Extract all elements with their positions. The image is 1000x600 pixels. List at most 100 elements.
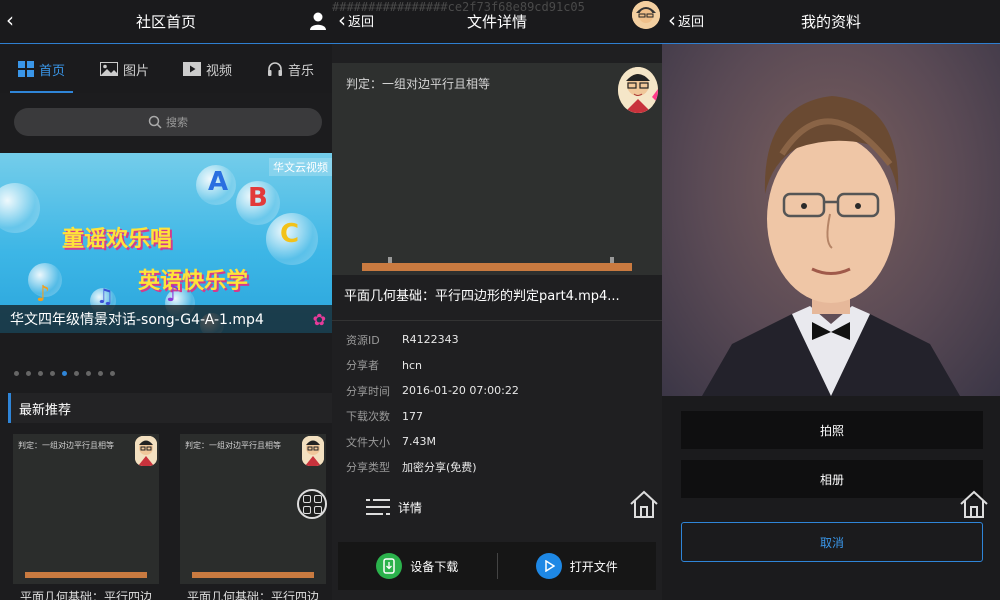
- tab-images[interactable]: 图片: [83, 45, 166, 93]
- chalk-text: 判定：一组对边平行且相等: [185, 441, 281, 450]
- thumbnail-title[interactable]: 平面几何基础：平行四边: [20, 588, 166, 600]
- carousel-dot[interactable]: [62, 371, 67, 376]
- mascot-avatar: [135, 436, 157, 466]
- letter-b: B: [248, 183, 268, 213]
- tab-label: 首页: [38, 63, 65, 79]
- board-ledge: [192, 572, 314, 578]
- search-input[interactable]: 搜索: [14, 108, 322, 136]
- board-ledge: [25, 572, 147, 578]
- carousel-dot[interactable]: [98, 371, 103, 376]
- download-icon: [376, 553, 403, 579]
- album-button[interactable]: 相册: [681, 460, 983, 498]
- user-icon[interactable]: [308, 11, 328, 31]
- carousel-dot[interactable]: [74, 371, 79, 376]
- carousel-dot[interactable]: [110, 371, 115, 376]
- cancel-button[interactable]: 取消: [681, 522, 983, 562]
- metadata-key: 下载次数: [346, 410, 390, 424]
- metadata-value: R4122343: [402, 333, 459, 347]
- tab-home[interactable]: 首页: [0, 45, 83, 93]
- metadata-key: 分享类型: [346, 461, 390, 475]
- back-button[interactable]: ‹ 返回: [668, 10, 704, 30]
- action-bar: 设备下载 打开文件: [338, 542, 656, 590]
- caricature-illustration: [702, 96, 960, 396]
- take-photo-label: 拍照: [819, 423, 844, 438]
- banner-headline: 童谣欢乐唱: [62, 227, 173, 252]
- home-icon[interactable]: [628, 488, 660, 520]
- apps-grid-button[interactable]: [297, 489, 327, 519]
- mascot-avatar: [302, 436, 324, 466]
- list-icon: [366, 499, 390, 515]
- profile-photo: [662, 44, 1000, 396]
- svg-text:♪: ♪: [166, 282, 180, 307]
- title-bar: ‹ 返回 我的资料: [662, 0, 1000, 44]
- user-avatar[interactable]: [632, 1, 660, 29]
- search-icon: [148, 115, 162, 129]
- metadata-row: 资源ID R4122343: [332, 327, 662, 353]
- metadata-value: 7.43M: [402, 435, 436, 449]
- bubble-decoration: [0, 183, 40, 233]
- metadata-value: 177: [402, 409, 423, 423]
- file-title: 平面几何基础：平行四边形的判定part4.mp4...: [344, 289, 620, 304]
- device-download-button[interactable]: 设备下载: [338, 553, 497, 579]
- page-title: 文件详情: [466, 13, 527, 31]
- metadata-key: 资源ID: [346, 333, 380, 347]
- promo-banner[interactable]: A B C 华文云视频 童谣欢乐唱 英语快乐学 ♪ ♫ ♪ 华文四年级情景对话-…: [0, 153, 332, 333]
- video-preview[interactable]: 判定：一组对边平行且相等: [332, 63, 662, 275]
- tab-label: 视频: [205, 63, 232, 79]
- file-metadata: 资源ID R4122343 分享者 hcn 分享时间 2016-01-20 07:00:2…: [332, 320, 662, 480]
- cancel-label: 取消: [819, 535, 844, 550]
- tab-label: 音乐: [287, 63, 314, 79]
- chevron-left-icon: ‹: [338, 8, 346, 32]
- banner-caption: 华文四年级情景对话-song-G4-A-1.mp4 ✿: [0, 305, 332, 333]
- page-title: 我的资料: [800, 13, 861, 31]
- metadata-row: 文件大小 7.43M: [332, 429, 662, 455]
- chevron-left-icon: ‹: [6, 8, 14, 32]
- album-label: 相册: [819, 472, 844, 487]
- take-photo-button[interactable]: 拍照: [681, 411, 983, 449]
- letter-c: C: [280, 219, 300, 249]
- carousel-dot[interactable]: [14, 371, 19, 376]
- home-icon[interactable]: [958, 488, 990, 520]
- title-bar: ################ce2f73f68e89cd91c05 ‹ 返回…: [332, 0, 662, 44]
- carousel-indicator[interactable]: [14, 371, 122, 376]
- metadata-value: hcn: [402, 358, 422, 372]
- metadata-key: 分享时间: [346, 384, 390, 398]
- tab-label: 图片: [122, 63, 149, 79]
- metadata-value: 加密分享(免费): [402, 461, 477, 475]
- details-label: 详情: [398, 500, 423, 515]
- metadata-row: 分享时间 2016-01-20 07:00:22: [332, 378, 662, 404]
- section-title: 最新推荐: [19, 402, 72, 418]
- metadata-row: 下载次数 177: [332, 404, 662, 430]
- mascot-avatar: [618, 67, 658, 113]
- banner-brand: 华文云视频: [269, 158, 332, 176]
- back-label: 返回: [678, 14, 705, 30]
- banner-caption-text: 华文四年级情景对话-song-G4-A-1.mp4: [10, 312, 264, 328]
- board-ledge: [362, 263, 632, 271]
- tab-music[interactable]: 音乐: [249, 45, 332, 93]
- metadata-key: 文件大小: [346, 435, 390, 449]
- chalk-text: 判定：一组对边平行且相等: [18, 441, 114, 450]
- metadata-row: 分享者 hcn: [332, 353, 662, 379]
- back-button[interactable]: ‹: [6, 10, 16, 30]
- thumbnail-title[interactable]: 平面几何基础：平行四边: [187, 588, 332, 600]
- flower-icon: ✿: [312, 310, 326, 329]
- carousel-dot[interactable]: [50, 371, 55, 376]
- headphones-icon: [267, 62, 282, 76]
- chevron-left-icon: ‹: [668, 8, 676, 32]
- community-home-panel: ‹ 社区首页 首页 图片 视频 音乐 搜索 A B C 华文云视频 童谣欢乐唱 …: [0, 0, 332, 600]
- category-tabs: 首页 图片 视频 音乐: [0, 45, 332, 93]
- details-button[interactable]: 详情: [366, 498, 422, 516]
- tab-videos[interactable]: 视频: [166, 45, 249, 93]
- back-button[interactable]: ‹ 返回: [338, 10, 374, 30]
- device-download-label: 设备下载: [410, 559, 459, 574]
- video-thumbnail[interactable]: 判定：一组对边平行且相等: [13, 434, 159, 584]
- carousel-dot[interactable]: [38, 371, 43, 376]
- title-bar: ‹ 社区首页: [0, 0, 332, 44]
- svg-text:♪: ♪: [36, 282, 50, 307]
- open-file-button[interactable]: 打开文件: [498, 553, 657, 579]
- back-label: 返回: [348, 14, 375, 30]
- video-icon: [182, 62, 201, 76]
- carousel-dot[interactable]: [86, 371, 91, 376]
- carousel-dot[interactable]: [26, 371, 31, 376]
- file-detail-panel: ################ce2f73f68e89cd91c05 ‹ 返回…: [332, 0, 662, 600]
